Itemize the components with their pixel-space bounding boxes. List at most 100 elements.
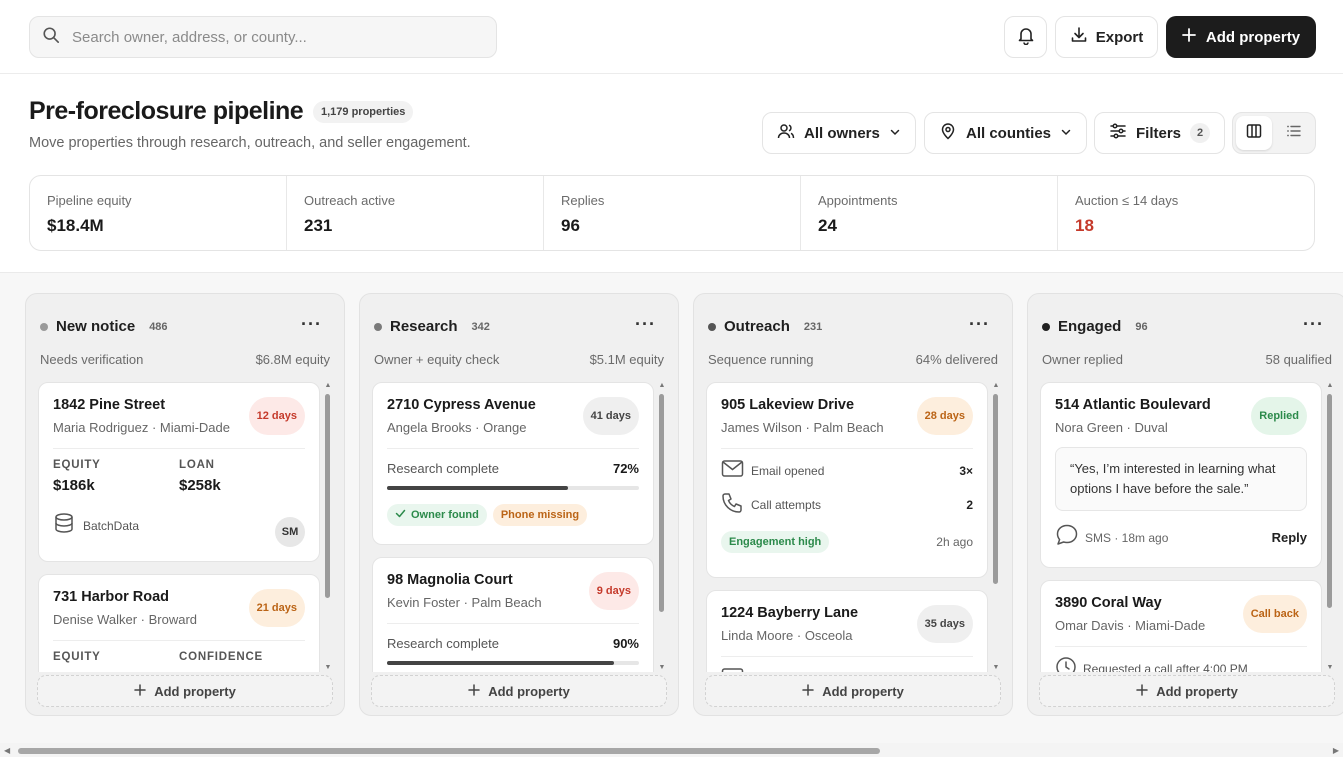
more-options-icon[interactable]: ··· — [635, 314, 656, 335]
chevron-down-icon — [889, 125, 901, 142]
property-card[interactable]: 2710 Cypress Avenue Angela Brooks · Oran… — [372, 382, 654, 545]
status-dot — [40, 322, 48, 331]
property-card[interactable]: 1224 Bayberry Lane Linda Moore · Osceola… — [706, 590, 988, 672]
list-icon — [1286, 123, 1302, 144]
phone-missing-chip: Phone missing — [492, 504, 588, 526]
stat-appointments: Appointments 24 — [801, 176, 1058, 250]
plus-icon — [1182, 28, 1196, 46]
column-header: Engaged 96 — [1042, 318, 1148, 335]
property-card[interactable]: 514 Atlantic Boulevard Nora Green · Duva… — [1040, 382, 1322, 568]
column-count: 96 — [1135, 320, 1148, 333]
scrollbar-thumb[interactable] — [18, 748, 880, 754]
stat-label: Replies — [561, 193, 605, 208]
add-property-to-column-button[interactable]: Add property — [371, 675, 667, 707]
column-title: New notice — [56, 318, 136, 335]
plus-icon — [134, 683, 146, 699]
divider — [721, 656, 973, 657]
scroll-down-icon[interactable]: ▼ — [1326, 664, 1334, 672]
list-view-button[interactable] — [1276, 116, 1312, 150]
export-button[interactable]: Export — [1055, 16, 1158, 58]
scrollbar-thumb[interactable] — [659, 394, 664, 612]
equity-label: EQUITY — [53, 651, 101, 663]
search-box[interactable] — [29, 16, 497, 58]
scroll-down-icon[interactable]: ▼ — [992, 664, 1000, 672]
column-scrollbar[interactable]: ▲ ▼ — [658, 382, 666, 672]
download-icon — [1070, 26, 1088, 48]
scroll-up-icon[interactable]: ▲ — [324, 382, 332, 390]
counties-filter-dropdown[interactable]: All counties — [924, 112, 1088, 154]
column-card-list[interactable]: 514 Atlantic Boulevard Nora Green · Duva… — [1040, 382, 1336, 672]
phone-icon — [721, 492, 745, 519]
divider — [1055, 646, 1307, 647]
scrollbar-thumb[interactable] — [993, 394, 998, 584]
board-view-button[interactable] — [1236, 116, 1272, 150]
notifications-button[interactable] — [1004, 16, 1047, 58]
stat-replies: Replies 96 — [544, 176, 801, 250]
sliders-icon — [1109, 122, 1127, 144]
column-subtitle: Owner + equity check — [374, 352, 500, 367]
loan-label: LOAN — [179, 459, 215, 471]
property-card[interactable]: 731 Harbor Road Denise Walker · Broward … — [38, 574, 320, 672]
column-card-list[interactable]: 2710 Cypress Avenue Angela Brooks · Oran… — [372, 382, 668, 672]
column-scrollbar[interactable]: ▲ ▼ — [324, 382, 332, 672]
activity-value: 3× — [959, 464, 973, 478]
scroll-down-icon[interactable]: ▼ — [658, 664, 666, 672]
property-card[interactable]: 1842 Pine Street Maria Rodriguez · Miami… — [38, 382, 320, 562]
column-engaged: Engaged 96 ··· Owner replied 58 qualifie… — [1027, 293, 1343, 716]
avatar[interactable]: SM — [275, 517, 305, 547]
more-options-icon[interactable]: ··· — [1303, 314, 1324, 335]
add-property-to-column-button[interactable]: Add property — [705, 675, 1001, 707]
add-property-button[interactable]: Add property — [1166, 16, 1316, 58]
progress-label: Research complete — [387, 636, 499, 651]
column-card-list[interactable]: 905 Lakeview Drive James Wilson · Palm B… — [706, 382, 1002, 672]
days-badge: 21 days — [248, 589, 305, 627]
filters-button[interactable]: Filters 2 — [1094, 112, 1226, 154]
column-subtitle: Owner replied — [1042, 352, 1123, 367]
check-icon — [395, 508, 406, 522]
owners-filter-label: All owners — [804, 124, 880, 142]
column-count: 231 — [803, 320, 823, 333]
stat-label: Appointments — [818, 193, 898, 208]
scrollbar-thumb[interactable] — [325, 394, 330, 598]
stat-pipeline-equity: Pipeline equity $18.4M — [30, 176, 287, 250]
last-activity-time: 2h ago — [936, 535, 973, 549]
scroll-down-icon[interactable]: ▼ — [324, 664, 332, 672]
property-card[interactable]: 3890 Coral Way Omar Davis · Miami-Dade C… — [1040, 580, 1322, 672]
filters-count-badge: 2 — [1190, 123, 1211, 143]
scroll-up-icon[interactable]: ▲ — [658, 382, 666, 390]
chip-label: Owner found — [411, 509, 479, 521]
call-activity-row: Call attempts 2 — [721, 492, 973, 519]
scroll-right-icon[interactable]: ▶ — [1333, 746, 1339, 755]
board-horizontal-scrollbar[interactable]: ◀ ▶ — [0, 743, 1343, 757]
property-card[interactable]: 905 Lakeview Drive James Wilson · Palm B… — [706, 382, 988, 578]
add-property-label: Add property — [154, 683, 236, 699]
last-message-meta: SMS · 18m ago — [1085, 530, 1169, 545]
column-card-list[interactable]: 1842 Pine Street Maria Rodriguez · Miami… — [38, 382, 334, 672]
more-options-icon[interactable]: ··· — [301, 314, 322, 335]
owner-found-chip: Owner found — [387, 504, 487, 526]
column-title: Research — [390, 318, 458, 335]
owners-filter-dropdown[interactable]: All owners — [762, 112, 916, 154]
export-label: Export — [1095, 28, 1144, 46]
column-header: Outreach 231 — [708, 318, 822, 335]
property-card[interactable]: 98 Magnolia Court Kevin Foster · Palm Be… — [372, 557, 654, 672]
days-badge: 28 days — [916, 397, 973, 435]
scroll-up-icon[interactable]: ▲ — [1326, 382, 1334, 390]
scroll-up-icon[interactable]: ▲ — [992, 382, 1000, 390]
search-input[interactable] — [72, 28, 472, 46]
more-options-icon[interactable]: ··· — [969, 314, 990, 335]
progress-value: 72% — [612, 461, 639, 476]
scroll-left-icon[interactable]: ◀ — [4, 746, 10, 755]
add-property-label: Add property — [1156, 683, 1238, 699]
filters-label: Filters — [1136, 124, 1182, 142]
scrollbar-thumb[interactable] — [1327, 394, 1332, 608]
activity-label: Call attempts — [751, 498, 822, 512]
progress-fill — [387, 661, 614, 665]
add-property-to-column-button[interactable]: Add property — [1039, 675, 1335, 707]
add-property-to-column-button[interactable]: Add property — [37, 675, 333, 707]
column-scrollbar[interactable]: ▲ ▼ — [1326, 382, 1334, 672]
column-metric: $6.8M equity — [255, 352, 330, 367]
reply-button[interactable]: Reply — [1272, 530, 1307, 545]
column-scrollbar[interactable]: ▲ ▼ — [992, 382, 1000, 672]
kanban-board: New notice 486 ··· Needs verification $6… — [0, 272, 1343, 757]
